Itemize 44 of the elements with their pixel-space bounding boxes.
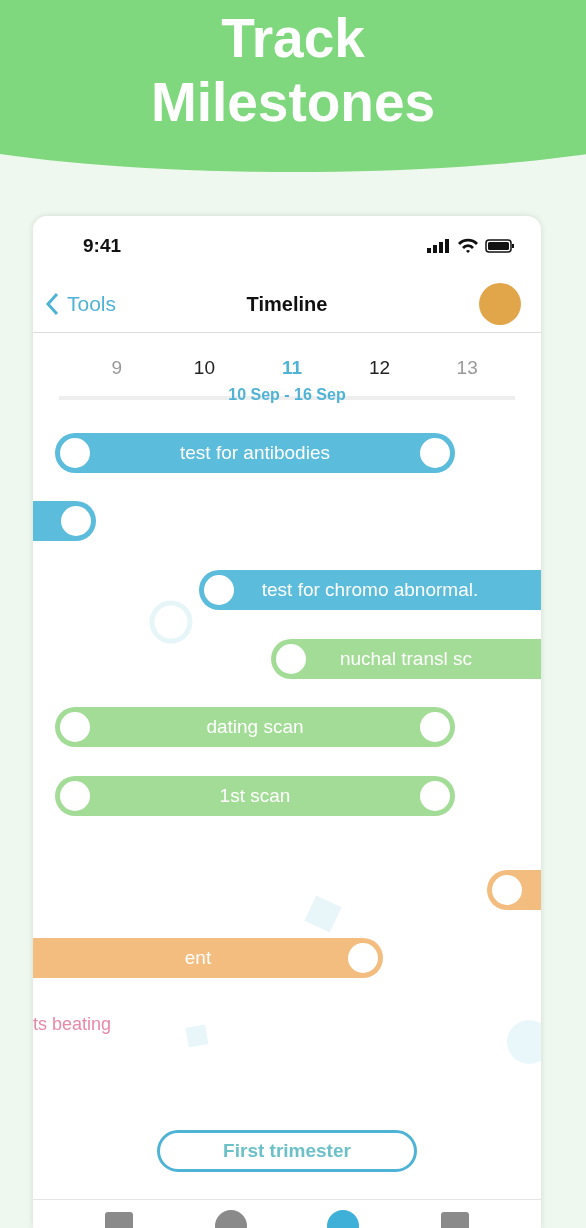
milestone-bar[interactable]: 1st scan — [55, 776, 455, 817]
screen-title: Timeline — [246, 292, 328, 315]
avatar[interactable] — [479, 283, 521, 326]
day-tab[interactable]: 11 — [272, 356, 312, 379]
handle-knob[interactable] — [60, 712, 90, 743]
back-button[interactable]: Tools — [45, 292, 117, 317]
event-label: ts beating — [33, 1014, 112, 1036]
milestone-label: 1st scan — [218, 785, 292, 808]
handle-knob[interactable] — [420, 712, 450, 743]
handle-knob[interactable] — [60, 438, 90, 469]
handle-knob[interactable] — [61, 506, 91, 537]
milestone-bar[interactable]: nuchal transl sc — [271, 639, 541, 680]
milestone-label: dating scan — [205, 716, 305, 739]
banner-title: Track Milestones — [149, 6, 437, 134]
milestone-label: nuchal transl sc — [339, 648, 473, 671]
handle-knob[interactable] — [420, 438, 450, 469]
milestone-bar[interactable] — [487, 870, 541, 911]
milestone-bar[interactable]: test for antibodies — [55, 433, 455, 474]
day-tab[interactable]: 10 — [184, 356, 225, 379]
chevron-left-icon — [45, 292, 59, 317]
day-tab[interactable]: 12 — [359, 356, 400, 379]
milestone-bar[interactable] — [33, 501, 96, 542]
handle-knob[interactable] — [276, 644, 306, 675]
milestone-bar[interactable]: ent — [33, 938, 383, 979]
status-time: 9:41 — [83, 235, 122, 258]
circle-decoration — [505, 1018, 541, 1067]
milestone-label: ent — [183, 947, 213, 970]
milestone-bar[interactable]: test for chromo abnormal. — [199, 570, 541, 611]
milestone-bar[interactable]: dating scan — [55, 707, 455, 748]
ring-decoration — [148, 599, 194, 646]
milestone-label: test for antibodies — [179, 442, 331, 465]
day-tab[interactable]: 13 — [447, 356, 488, 379]
signal-icon — [427, 239, 451, 254]
week-range: 10 Sep - 16 Sep — [228, 386, 346, 405]
trimester-button[interactable]: First trimester — [157, 1130, 417, 1173]
handle-knob[interactable] — [348, 943, 378, 974]
handle-knob[interactable] — [60, 781, 90, 812]
handle-knob[interactable] — [492, 875, 522, 906]
battery-icon — [485, 239, 515, 254]
milestone-label: test for chromo abnormal. — [260, 579, 480, 602]
day-tab[interactable]: 9 — [96, 356, 137, 379]
wifi-icon — [457, 238, 479, 255]
handle-knob[interactable] — [420, 781, 450, 812]
handle-knob[interactable] — [204, 575, 234, 606]
